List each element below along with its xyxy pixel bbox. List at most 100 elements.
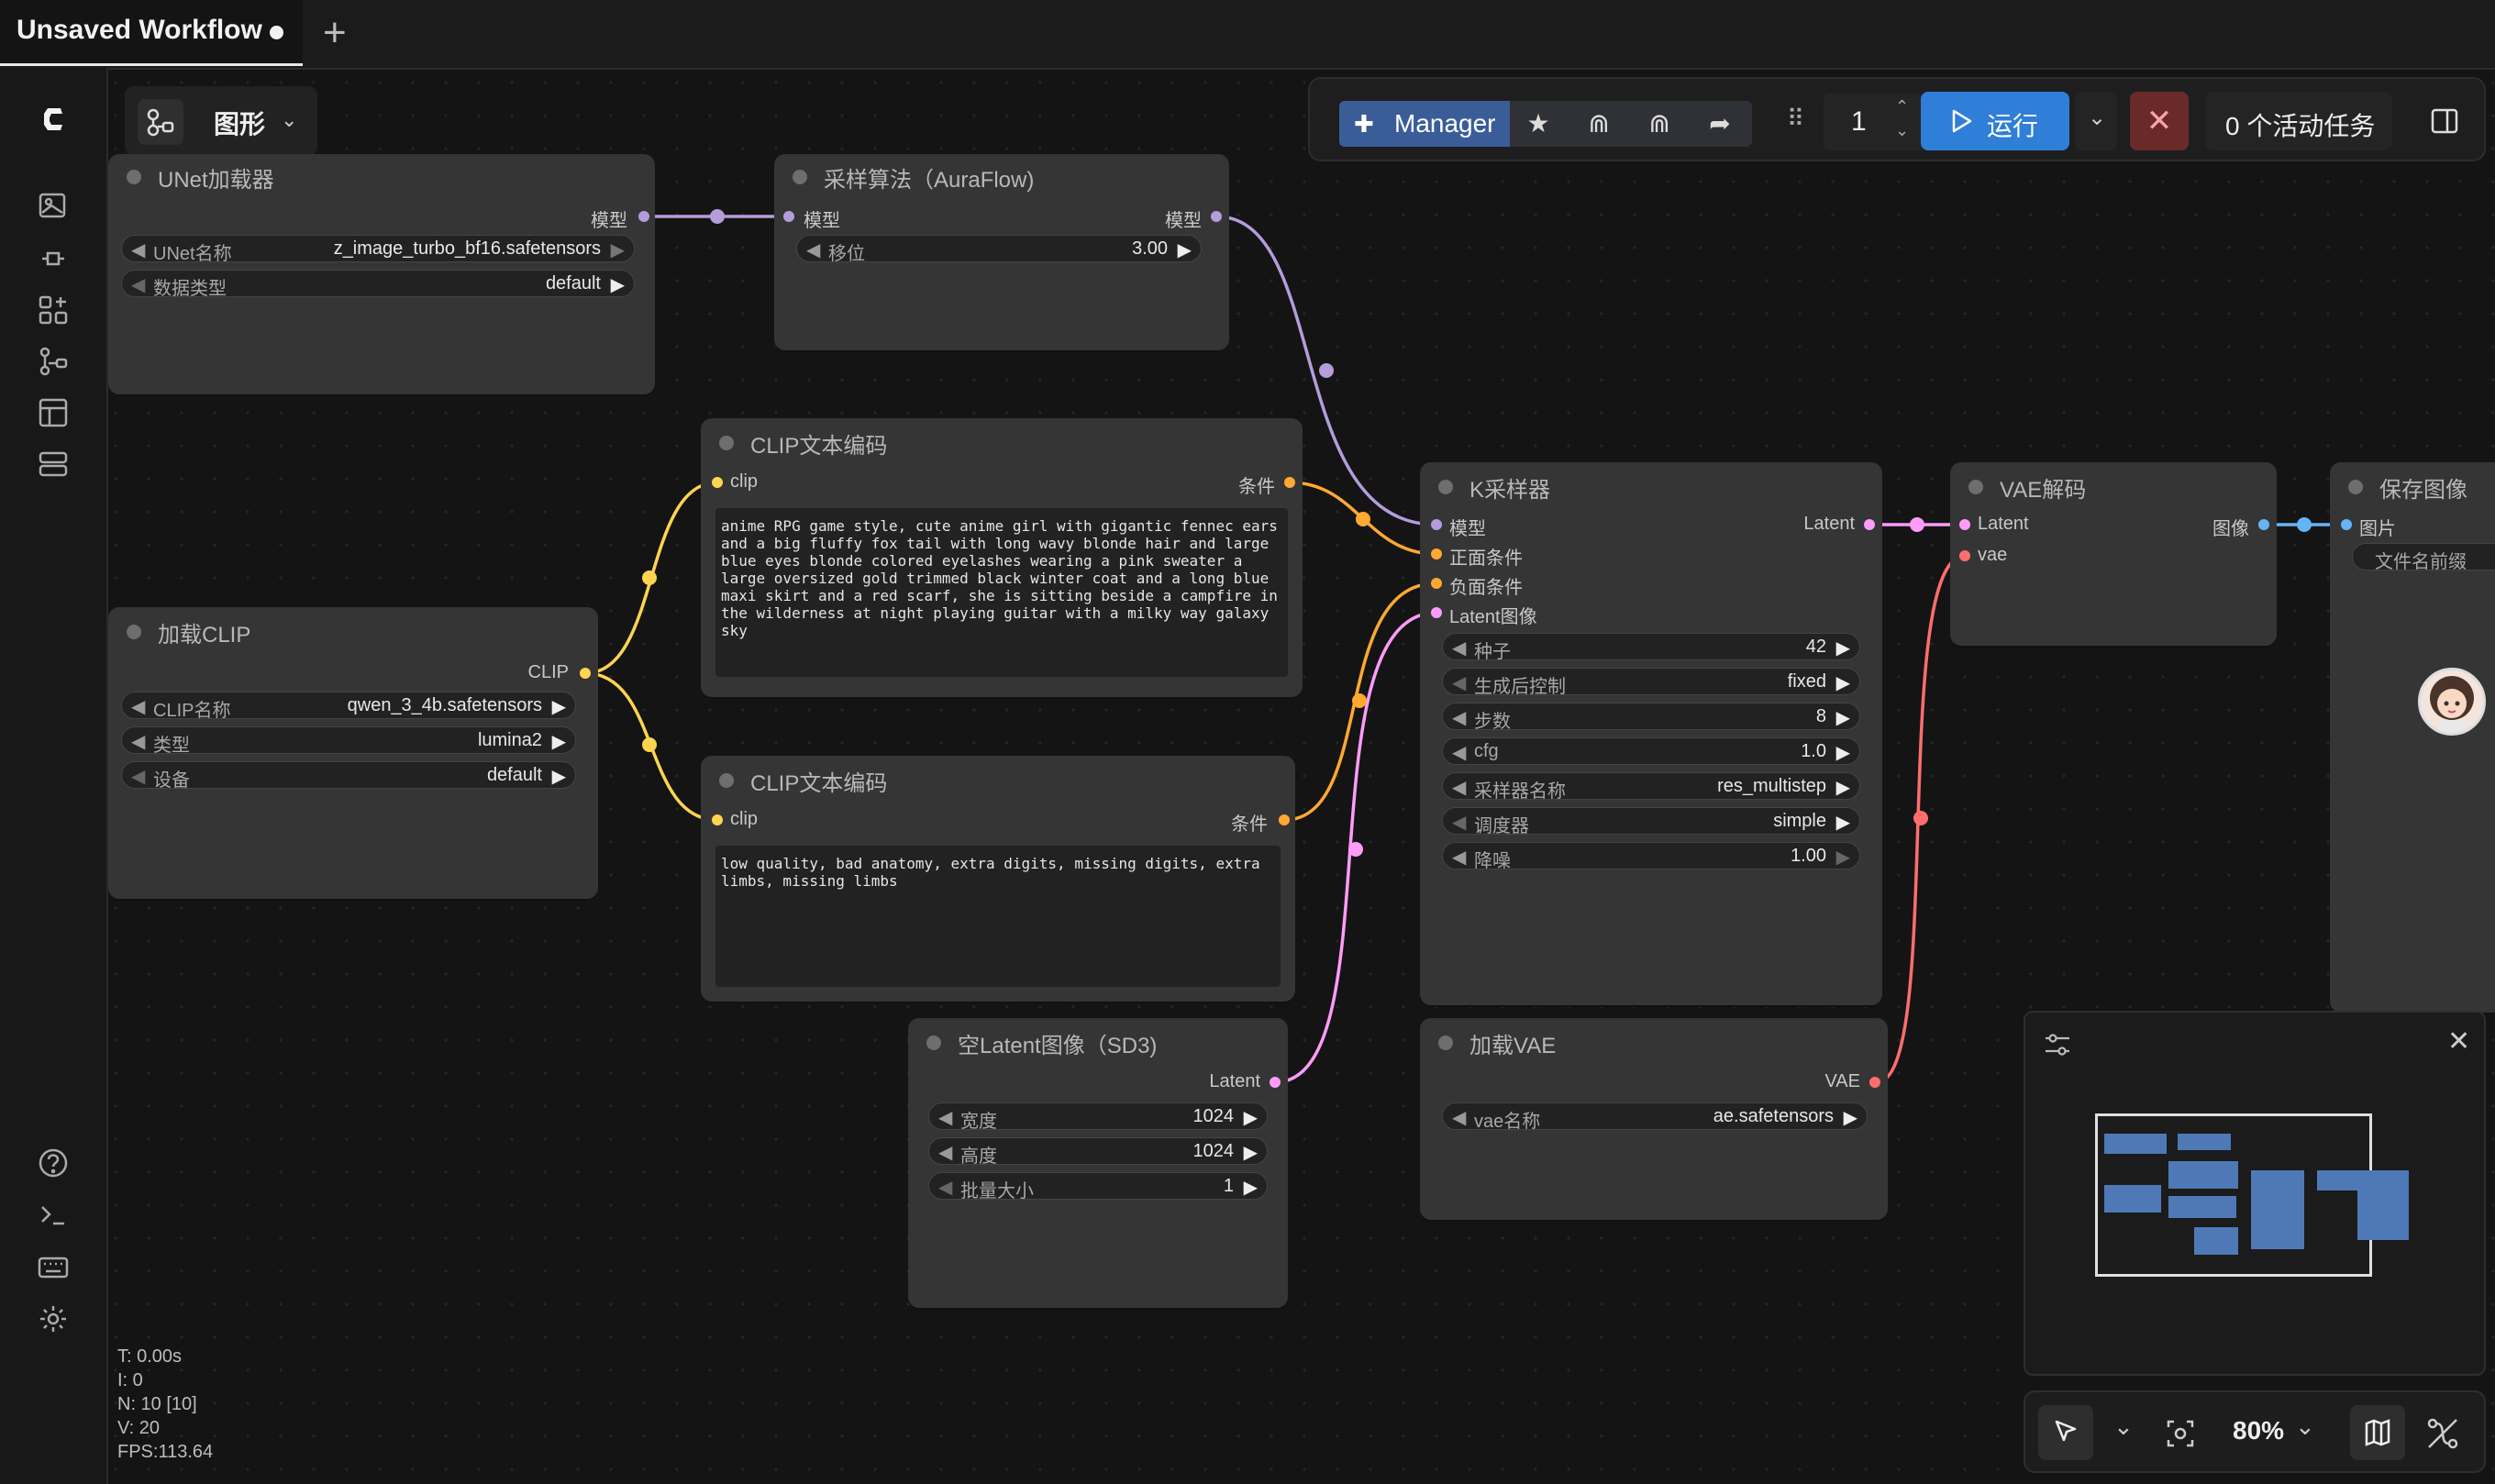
queue-icon[interactable]	[35, 446, 72, 482]
clip-name-widget[interactable]: ◀ CLIP名称 qwen_3_4b.safetensors ▶	[121, 692, 576, 721]
decrement-icon[interactable]: ◀	[1452, 706, 1466, 729]
chevron-down-icon[interactable]: ⌄	[2113, 1412, 2134, 1441]
steps-widget[interactable]: ◀ 步数 8 ▶	[1442, 703, 1860, 732]
minimap-panel[interactable]: ✕	[2024, 1011, 2486, 1376]
node-collapse-dot[interactable]	[127, 625, 141, 639]
minimap-settings-icon[interactable]	[2042, 1029, 2073, 1060]
device-widget[interactable]: ◀ 设备 default ▶	[121, 761, 576, 791]
new-tab-plus-icon[interactable]: +	[323, 11, 347, 55]
denoise-widget[interactable]: ◀ 降噪 1.00 ▶	[1442, 842, 1860, 871]
input-model-port[interactable]	[1431, 519, 1442, 530]
output-latent-port[interactable]	[1270, 1077, 1281, 1088]
output-latent-port[interactable]	[1864, 519, 1875, 530]
model-library-icon[interactable]	[35, 240, 72, 277]
increment-icon[interactable]: ▶	[1836, 741, 1850, 764]
run-options-dropdown[interactable]: ⌄	[2075, 92, 2117, 150]
hide-links-icon[interactable]	[2422, 1412, 2464, 1455]
tab-unsaved-workflow[interactable]: Unsaved Workflow	[0, 0, 303, 66]
increment-icon[interactable]: ▶	[611, 238, 625, 261]
increment-icon[interactable]: ▶	[552, 730, 566, 753]
share-icon[interactable]: ➦	[1704, 108, 1735, 139]
input-model-port[interactable]	[783, 211, 794, 222]
scheduler-widget[interactable]: ◀ 调度器 simple ▶	[1442, 807, 1860, 836]
close-icon[interactable]: ✕	[2447, 1025, 2470, 1058]
increment-icon[interactable]: ▶	[1836, 846, 1850, 869]
increment-icon[interactable]: ▶	[1244, 1141, 1258, 1164]
node-save-image[interactable]: 保存图像 图片 文件名前缀	[2330, 462, 2495, 1013]
decrement-icon[interactable]: ◀	[1452, 846, 1466, 869]
output-conditioning-port[interactable]	[1284, 477, 1295, 488]
output-model-port[interactable]	[1211, 211, 1222, 222]
decrement-icon[interactable]: ◀	[1452, 1106, 1466, 1129]
terminal-icon[interactable]	[35, 1196, 72, 1233]
model-download-icon[interactable]: ⋒	[1583, 108, 1614, 139]
output-model-port[interactable]	[638, 211, 649, 222]
increment-icon[interactable]: ▶	[1244, 1176, 1258, 1199]
decrement-icon[interactable]: ◀	[131, 695, 145, 718]
decrement-icon[interactable]: ◀	[131, 765, 145, 788]
input-latent-port[interactable]	[1959, 519, 1970, 530]
increment-icon[interactable]: ▶	[1836, 637, 1850, 659]
star-icon[interactable]: ★	[1523, 108, 1554, 139]
graph-view-dropdown[interactable]: 图形 ⌄	[125, 86, 317, 156]
width-widget[interactable]: ◀ 宽度 1024 ▶	[928, 1102, 1268, 1132]
node-clip-text-encode-positive[interactable]: CLIP文本编码 clip 条件 anime RPG game style, c…	[701, 418, 1303, 697]
select-tool-button[interactable]	[2038, 1405, 2093, 1460]
chevron-down-icon[interactable]: ⌄	[2295, 1412, 2315, 1441]
shift-widget[interactable]: ◀ 移位 3.00 ▶	[796, 235, 1202, 264]
sampler-name-widget[interactable]: ◀ 采样器名称 res_multistep ▶	[1442, 772, 1860, 802]
cancel-run-button[interactable]: ✕	[2130, 92, 2189, 150]
help-icon[interactable]	[35, 1145, 72, 1181]
run-button[interactable]: 运行	[1921, 92, 2069, 150]
decrement-icon[interactable]: ◀	[131, 273, 145, 296]
settings-gear-icon[interactable]	[35, 1301, 72, 1337]
batch-size-widget[interactable]: ◀ 批量大小 1 ▶	[928, 1172, 1268, 1202]
increment-icon[interactable]: ▶	[1836, 706, 1850, 729]
comfy-logo-icon[interactable]	[35, 101, 72, 138]
node-collapse-dot[interactable]	[2348, 480, 2363, 494]
node-collapse-dot[interactable]	[1968, 480, 1983, 494]
input-positive-port[interactable]	[1431, 548, 1442, 559]
decrement-icon[interactable]: ◀	[131, 730, 145, 753]
increment-icon[interactable]: ▶	[1836, 671, 1850, 694]
decrement-icon[interactable]: ◀	[1452, 776, 1466, 799]
keyboard-icon[interactable]	[35, 1249, 72, 1286]
stepper-up-icon[interactable]: ⌃	[1895, 97, 1909, 116]
fit-view-icon[interactable]	[2161, 1414, 2200, 1453]
filename-prefix-widget[interactable]: 文件名前缀	[2352, 543, 2495, 572]
increment-icon[interactable]: ▶	[1844, 1106, 1857, 1129]
decrement-icon[interactable]: ◀	[938, 1141, 952, 1164]
decrement-icon[interactable]: ◀	[938, 1176, 952, 1199]
positive-prompt-textarea[interactable]: anime RPG game style, cute anime girl wi…	[715, 508, 1288, 677]
node-empty-latent-sd3[interactable]: 空Latent图像（SD3) Latent ◀ 宽度 1024 ▶ ◀ 高度 1…	[908, 1018, 1288, 1308]
zoom-level[interactable]: 80%	[2233, 1416, 2284, 1445]
seed-widget[interactable]: ◀ 种子 42 ▶	[1442, 633, 1860, 662]
negative-prompt-textarea[interactable]: low quality, bad anatomy, extra digits, …	[715, 846, 1281, 987]
input-clip-port[interactable]	[712, 477, 723, 488]
input-images-port[interactable]	[2341, 519, 2352, 530]
control-after-generate-widget[interactable]: ◀ 生成后控制 fixed ▶	[1442, 668, 1860, 697]
input-negative-port[interactable]	[1431, 578, 1442, 589]
height-widget[interactable]: ◀ 高度 1024 ▶	[928, 1137, 1268, 1167]
decrement-icon[interactable]: ◀	[1452, 671, 1466, 694]
clip-type-widget[interactable]: ◀ 类型 lumina2 ▶	[121, 726, 576, 756]
decrement-icon[interactable]: ◀	[1452, 741, 1466, 764]
node-collapse-dot[interactable]	[1438, 480, 1453, 494]
increment-icon[interactable]: ▶	[552, 765, 566, 788]
node-library-icon[interactable]	[35, 292, 72, 328]
output-clip-port[interactable]	[580, 668, 591, 679]
node-clip-text-encode-negative[interactable]: CLIP文本编码 clip 条件 low quality, bad anatom…	[701, 756, 1295, 1002]
increment-icon[interactable]: ▶	[552, 695, 566, 718]
cfg-widget[interactable]: ◀ cfg 1.0 ▶	[1442, 737, 1860, 765]
minimap-toggle-button[interactable]	[2350, 1405, 2405, 1460]
workflows-icon[interactable]	[35, 343, 72, 380]
output-conditioning-port[interactable]	[1279, 814, 1290, 825]
model-update-icon[interactable]: ⋒	[1644, 108, 1675, 139]
manager-button[interactable]: ✚ Manager	[1339, 101, 1510, 147]
toggle-panel-button[interactable]	[2416, 92, 2471, 150]
assistant-avatar[interactable]	[2418, 668, 2486, 736]
templates-icon[interactable]	[35, 394, 72, 431]
node-collapse-dot[interactable]	[926, 1035, 941, 1050]
drag-handle-icon[interactable]: ⠿	[1787, 105, 1804, 133]
node-collapse-dot[interactable]	[127, 170, 141, 184]
